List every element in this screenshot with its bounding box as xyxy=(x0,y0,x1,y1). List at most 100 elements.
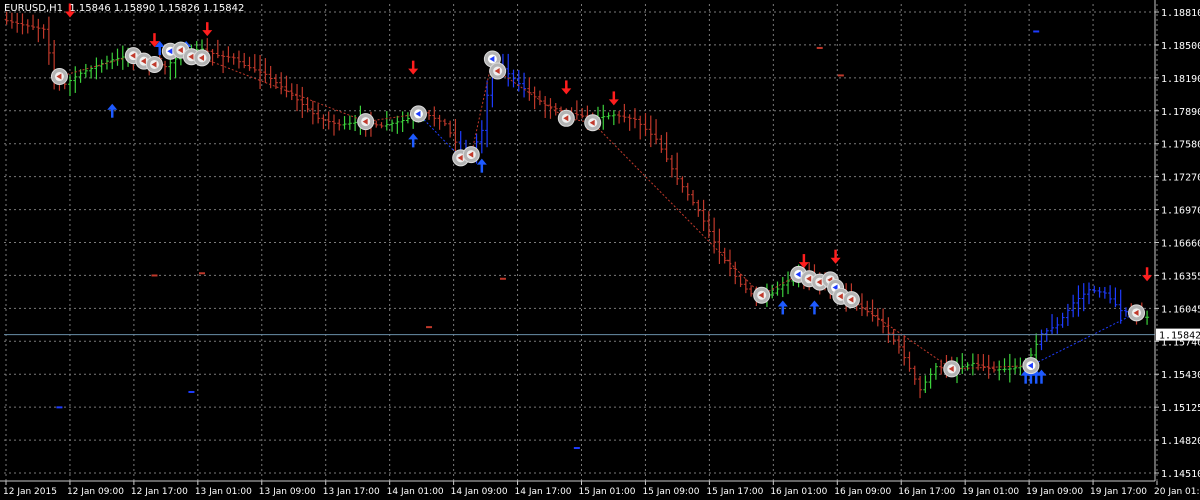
trade-exit-marker xyxy=(557,109,575,127)
price-bar xyxy=(918,375,923,399)
price-bar xyxy=(680,176,685,193)
price-bar xyxy=(252,54,257,73)
price-bar xyxy=(1055,317,1060,334)
x-tick-label: 19 Jan 01:00 xyxy=(962,487,1019,497)
x-tick-label: 20 Jan 01:00 xyxy=(1154,487,1200,497)
price-bar xyxy=(384,111,389,131)
price-bar xyxy=(427,110,432,120)
price-bar xyxy=(295,84,300,112)
price-bar xyxy=(73,66,78,93)
x-tick-label: 12 Jan 2015 xyxy=(3,487,57,497)
price-bar xyxy=(242,52,247,69)
y-tick-label: 1.15430 xyxy=(1161,370,1200,381)
price-bar xyxy=(1118,289,1123,324)
sell-arrow-icon xyxy=(408,60,419,75)
arrow-head xyxy=(608,99,619,106)
price-bar xyxy=(712,217,717,254)
price-bar xyxy=(168,58,173,80)
y-tick-label: 1.16660 xyxy=(1161,239,1200,250)
price-bar xyxy=(648,115,653,148)
price-bar xyxy=(907,351,912,372)
price-bar xyxy=(896,335,901,354)
y-tick-label: 1.16970 xyxy=(1161,206,1200,217)
price-bar xyxy=(965,362,970,371)
x-tick-label: 15 Jan 17:00 xyxy=(706,487,763,497)
arrow-head xyxy=(809,300,820,307)
price-bar xyxy=(543,96,548,118)
price-bar xyxy=(284,75,289,98)
buy-arrow-icon xyxy=(809,300,820,315)
price-bar xyxy=(1102,286,1107,299)
x-tick-label: 14 Jan 01:00 xyxy=(387,487,444,497)
x-axis-labels: 12 Jan 2015 12 Jan 09:00 12 Jan 17:00 13 Ja… xyxy=(3,481,1200,497)
price-bar xyxy=(215,39,220,59)
price-bar xyxy=(664,132,669,163)
price-bar xyxy=(775,281,780,296)
price-bar xyxy=(279,72,284,95)
y-tick-label: 1.18190 xyxy=(1161,74,1200,85)
price-bar xyxy=(1060,312,1065,328)
price-bar xyxy=(395,115,400,134)
x-tick-label: 12 Jan 09:00 xyxy=(67,487,124,497)
trade-exit-marker xyxy=(584,114,602,132)
price-bar xyxy=(527,77,532,101)
x-tick-label: 19 Jan 09:00 xyxy=(1026,487,1083,497)
price-bar xyxy=(263,58,268,84)
price-bar xyxy=(580,108,585,119)
arrow-head xyxy=(1142,275,1153,282)
price-bar xyxy=(970,353,975,376)
price-bar xyxy=(1092,285,1097,294)
arrow-head xyxy=(830,257,841,264)
price-bar xyxy=(532,86,537,110)
arrow-head xyxy=(202,30,213,37)
y-tick-label: 1.17270 xyxy=(1161,173,1200,184)
price-bar xyxy=(638,115,643,140)
price-bar xyxy=(511,69,516,88)
price-bar xyxy=(981,354,986,371)
price-bar xyxy=(342,116,347,130)
price-bar xyxy=(374,120,379,128)
price-bar xyxy=(933,363,938,380)
trade-connector xyxy=(592,122,763,296)
price-bar xyxy=(31,14,36,30)
price-bar xyxy=(601,104,606,130)
price-bar xyxy=(83,63,88,78)
price-bar xyxy=(780,276,785,298)
price-bars xyxy=(4,11,1150,399)
arrow-head xyxy=(408,133,419,140)
price-bar xyxy=(1097,287,1102,298)
price-chart[interactable]: 1.18810 1.18500 1.18190 1.17890 1.17580 1.172… xyxy=(0,0,1200,500)
x-tick-label: 14 Jan 17:00 xyxy=(515,487,572,497)
trade-exit-marker xyxy=(842,291,860,309)
price-bar xyxy=(928,368,933,389)
price-bar xyxy=(221,50,226,74)
price-bar xyxy=(574,100,579,120)
price-bar xyxy=(316,104,321,124)
price-bar xyxy=(15,12,20,33)
price-bar xyxy=(701,199,706,232)
price-bar xyxy=(94,57,99,80)
price-bar xyxy=(622,103,627,123)
trade-connector xyxy=(951,365,1031,370)
price-bar xyxy=(1039,329,1044,351)
price-bar xyxy=(67,75,72,97)
price-bar xyxy=(997,360,1002,381)
current-price-tag: 1.15842 xyxy=(1156,328,1200,342)
x-tick-label: 16 Jan 01:00 xyxy=(770,487,827,497)
trade-exit-marker xyxy=(1128,304,1146,322)
y-tick-label: 1.15125 xyxy=(1161,403,1200,414)
price-bar xyxy=(627,114,632,131)
arrow-head xyxy=(476,158,487,165)
price-bar xyxy=(231,53,236,65)
sell-arrow-icon xyxy=(798,254,809,269)
price-bar xyxy=(347,115,352,130)
price-bar xyxy=(617,110,622,124)
price-bar xyxy=(912,365,917,385)
price-bar xyxy=(685,182,690,201)
price-bar xyxy=(669,154,674,178)
sell-arrow-icon xyxy=(561,80,572,95)
trade-connector xyxy=(201,57,366,123)
x-tick-label: 15 Jan 01:00 xyxy=(579,487,636,497)
price-bar xyxy=(986,354,991,379)
price-bar xyxy=(437,114,442,130)
